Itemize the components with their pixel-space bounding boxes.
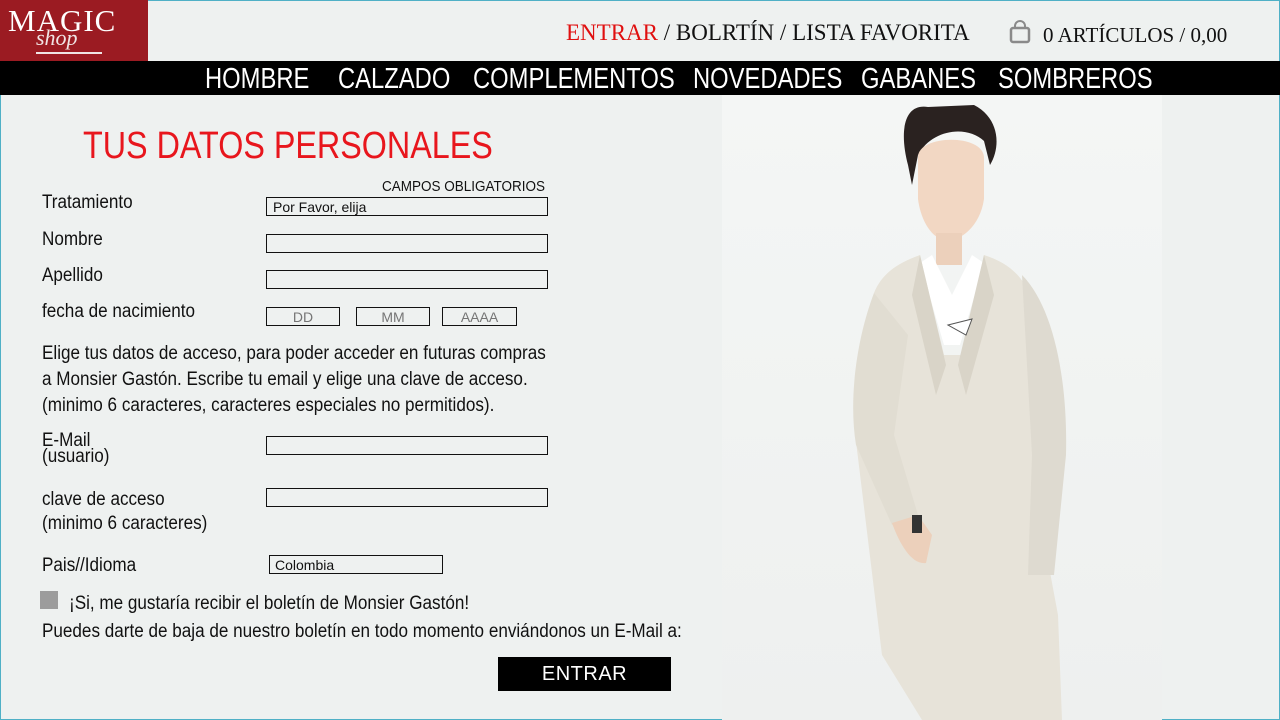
category-hombre[interactable]: HOMBRE [205,61,309,95]
category-calzado[interactable]: CALZADO [338,61,450,95]
access-instructions: Elige tus datos de acceso, para poder ac… [42,341,546,419]
access-instructions-line: a Monsier Gastón. Escribe tu email y eli… [42,369,528,390]
name-label: Nombre [42,229,103,250]
submit-button[interactable]: ENTRAR [498,657,671,691]
newsletter-checkbox[interactable] [40,591,58,609]
category-gabanes[interactable]: GABANES [861,61,976,95]
password-label-line2: (minimo 6 caracteres) [42,513,208,534]
password-input[interactable] [266,488,548,507]
email-input[interactable] [266,436,548,455]
email-label-line2: (usuario) [42,446,110,467]
favorites-link[interactable]: LISTA FAVORITA [792,18,970,48]
unsubscribe-note: Puedes darte de baja de nuestro boletín … [42,621,682,642]
newsletter-link[interactable]: BOLRTÍN [676,18,774,48]
access-instructions-line: Elige tus datos de acceso, para poder ac… [42,343,546,364]
birth-year-input[interactable] [442,307,517,326]
brand-logo[interactable]: MAGIC shop [0,0,148,62]
shopping-bag-icon[interactable] [1009,20,1031,44]
newsletter-checkbox-label: ¡Si, me gustaría recibir el boletín de M… [69,593,470,614]
brand-logo-line2: shop [36,25,78,50]
nav-separator: / [774,20,793,45]
password-label: clave de acceso (minimo 6 caracteres) [42,488,207,536]
password-label-line1: clave de acceso [42,489,165,510]
category-bar: HOMBRE CALZADO COMPLEMENTOS NOVEDADES GA… [0,61,1280,95]
nav-separator: / [658,20,676,45]
required-fields-note: CAMPOS OBLIGATORIOS [382,178,546,195]
access-instructions-line: (minimo 6 caracteres, caracteres especia… [42,395,495,416]
category-sombreros[interactable]: SOMBREROS [998,61,1153,95]
surname-input[interactable] [266,270,548,289]
name-input[interactable] [266,234,548,253]
treatment-select[interactable] [266,197,548,216]
model-illustration [853,105,1067,720]
birthdate-label: fecha de nacimiento [42,301,196,322]
email-label: E-Mail (usuario) [42,431,110,467]
page-title: TUS DATOS PERSONALES [83,125,493,167]
birth-month-input[interactable] [356,307,430,326]
login-link[interactable]: ENTRAR [566,18,658,48]
model-photo [722,95,1162,720]
birth-day-input[interactable] [266,307,340,326]
top-nav: ENTRAR / BOLRTÍN / LISTA FAVORITA [566,18,970,48]
brand-logo-underline [36,52,102,54]
country-label: Pais//Idioma [42,555,137,576]
treatment-label: Tratamiento [42,192,133,213]
category-novedades[interactable]: NOVEDADES [693,61,842,95]
category-complementos[interactable]: COMPLEMENTOS [473,61,675,95]
cart-summary[interactable]: 0 ARTÍCULOS / 0,00 [1043,21,1227,49]
surname-label: Apellido [42,265,103,286]
country-select[interactable] [269,555,443,574]
